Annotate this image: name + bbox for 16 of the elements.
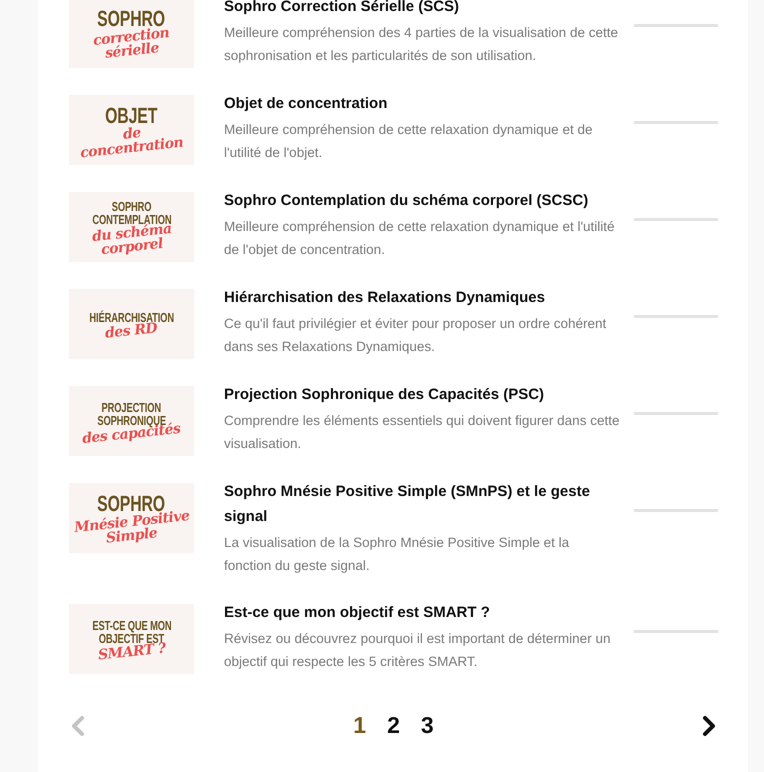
thumbnail-heading: SOPHRO (98, 8, 166, 30)
course-description: La visualisation de la Sophro Mnésie Positive Simple et la fonction du geste signal. (224, 534, 570, 575)
thumbnail-heading: OBJET (105, 105, 158, 127)
thumbnail-heading: SOPHRO (112, 200, 152, 213)
thumbnail-script: des RD (104, 320, 158, 340)
course-description: Meilleure compréhension de cette relaxation dynamique et de l'utilité de l'objet. (224, 121, 594, 162)
thumbnail-heading: HIÉRARCHISATION (89, 310, 174, 324)
course-description: Meilleure compréhension de cette relaxation dynamique et l'utilité de l'objet de concentration. (224, 218, 616, 259)
thumbnail-script: de (122, 126, 142, 142)
thumbnail-heading: CONTEMPLATION (92, 213, 172, 226)
course-description: Meilleure compréhension des 4 parties de la visualisation de cette sophronisation et les particularités de son utilisation. (224, 24, 619, 65)
course-description: Ce qu'il faut privilégier et éviter pour proposer un ordre cohérent dans ses Relaxations Dynamiques. (224, 315, 608, 356)
course-description: Comprendre les éléments essentiels qui doivent figurer dans cette visualisation. (224, 412, 620, 452)
course-description: Révisez ou découvrez pourquoi il est important de déterminer un objectif qui respecte les 5 critères SMART. (224, 630, 612, 671)
thumbnail-heading: PROJECTION (102, 401, 162, 414)
thumbnail-heading: EST-CE QUE MON (92, 619, 172, 632)
